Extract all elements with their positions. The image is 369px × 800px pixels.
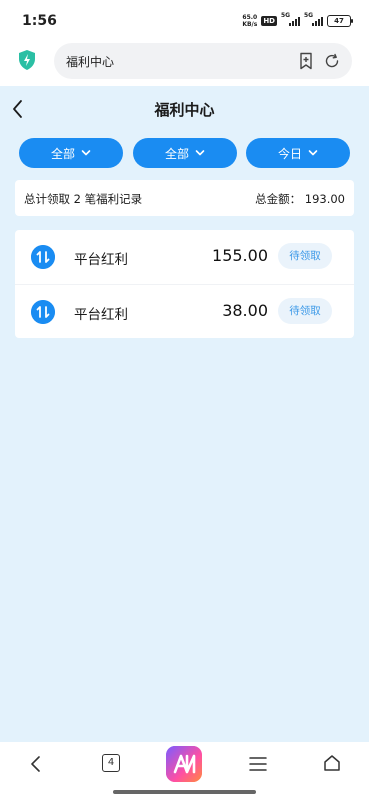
status-time: 1:56 [22,13,57,29]
claim-status-button[interactable]: 待领取 [278,243,332,269]
filter-dropdown-status[interactable]: 全部 [133,138,237,168]
filter-label: 全部 [50,146,75,161]
reload-icon[interactable] [324,53,340,69]
address-text[interactable]: 福利中心 [66,53,114,70]
summary-count: 总计领取 2 笔福利记录 [24,192,143,206]
summary-total: 总金额： 193.00 [255,192,345,206]
chevron-down-icon [195,150,205,156]
home-indicator[interactable] [113,790,256,794]
filter-label: 全部 [164,146,189,161]
app-logo-icon[interactable] [166,746,202,782]
tabs-count-button[interactable]: 4 [102,754,120,772]
browser-bottom-nav: 4 [0,742,369,800]
page-header: 福利中心 [0,86,369,132]
bookmark-add-icon[interactable] [298,52,314,70]
welfare-center-page: 福利中心 全部 全部 今日 总计领取 2 笔福利记录 总金额： 193.00 平… [0,86,369,742]
transfer-arrows-icon [31,245,55,269]
filter-label: 今日 [277,146,302,161]
list-item[interactable]: 平台红利 38.00 待领取 [15,284,354,339]
claim-status-button[interactable]: 待领取 [278,298,332,324]
browser-toolbar: 福利中心 [0,40,369,86]
shield-bolt-icon[interactable] [17,49,37,71]
chevron-down-icon [81,150,91,156]
item-name: 平台红利 [74,307,128,323]
item-name: 平台红利 [74,252,128,268]
signal-icon: 5G [304,12,323,26]
welfare-list: 平台红利 155.00 待领取 平台红利 38.00 待领取 [15,230,354,338]
filter-bar: 全部 全部 今日 [19,138,350,168]
status-indicators: 65.0 KB/s HD 5G 5G 47 [242,12,353,28]
hd-badge: HD [261,16,277,26]
transfer-arrows-icon [31,300,55,324]
menu-icon[interactable] [249,756,267,772]
filter-dropdown-type[interactable]: 全部 [19,138,123,168]
list-item[interactable]: 平台红利 155.00 待领取 [15,230,354,284]
battery-icon: 47 [327,15,353,27]
address-bar[interactable]: 福利中心 [54,43,352,79]
network-speed: 65.0 KB/s [242,14,258,28]
item-amount: 38.00 [222,301,268,320]
item-amount: 155.00 [212,246,268,265]
home-icon[interactable] [322,753,342,773]
summary-bar: 总计领取 2 笔福利记录 总金额： 193.00 [15,180,354,216]
page-title: 福利中心 [154,101,215,119]
status-bar: 1:56 65.0 KB/s HD 5G 5G 47 [0,0,369,40]
signal-icon: 5G [281,12,300,26]
filter-dropdown-date[interactable]: 今日 [246,138,350,168]
chevron-down-icon [308,150,318,156]
nav-back-icon[interactable] [27,754,45,774]
